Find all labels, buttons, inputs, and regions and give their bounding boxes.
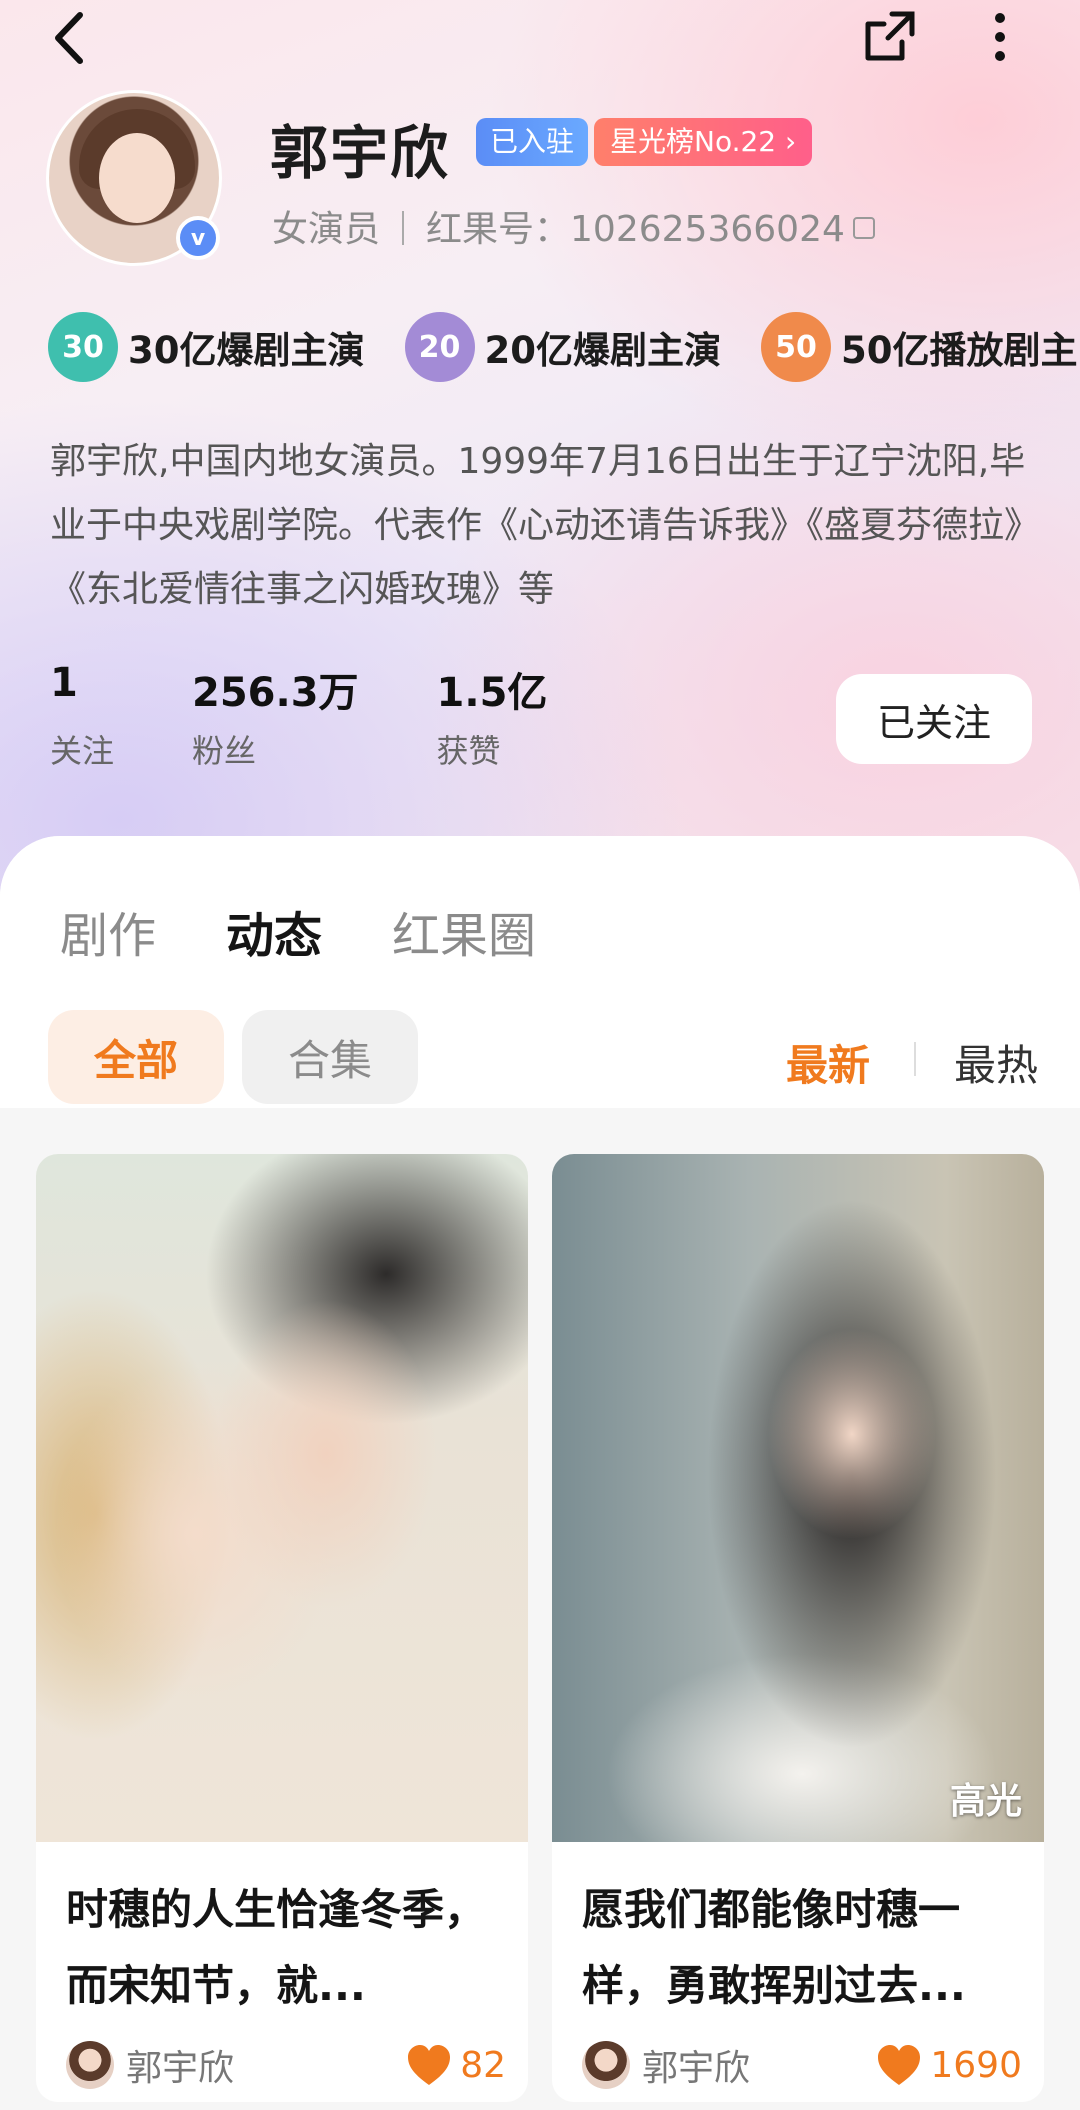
stat-fans[interactable]: 256.3万 粉丝 <box>192 660 359 772</box>
sort-newest[interactable]: 最新 <box>786 1032 870 1093</box>
stat-likes: 1.5亿 获赞 <box>437 660 548 772</box>
follow-button[interactable]: 已关注 <box>836 674 1032 764</box>
honor-item[interactable]: 20 20亿爆剧主演 <box>404 312 722 382</box>
divider <box>914 1042 916 1076</box>
like-count[interactable]: 82 <box>406 2043 506 2087</box>
stat-value: 1 <box>50 660 78 706</box>
more-vertical-icon <box>995 13 1005 61</box>
post-thumbnail: 高光 <box>552 1154 1044 1842</box>
tab-bar: 剧作 动态 红果圈 <box>60 896 606 966</box>
post-title: 时穗的人生恰逢冬季，而宋知节，就... <box>66 1885 487 2010</box>
star-rank-label: 星光榜No.22 <box>610 125 777 158</box>
heart-icon <box>878 2045 921 2085</box>
honor-badge-icon: 30 <box>48 312 118 382</box>
stat-label: 获赞 <box>436 732 501 770</box>
bio-text[interactable]: 郭宇欣,中国内地女演员。1999年7月16日出生于辽宁沈阳,毕业于中央戏剧学院。… <box>50 430 1040 622</box>
stat-value: 1.5亿 <box>436 670 548 716</box>
profile-page: v 郭宇欣 已入驻 星光榜No.22 › 女演员 红果号：102625366024… <box>0 0 1080 2110</box>
like-count-value: 1690 <box>930 2044 1022 2086</box>
back-button[interactable] <box>40 8 100 68</box>
post-meta: 郭宇欣 82 <box>66 2040 506 2090</box>
share-icon <box>865 11 915 61</box>
tab-circle[interactable]: 红果圈 <box>392 896 536 966</box>
id-value: 102625366024 <box>570 209 845 250</box>
stat-label: 关注 <box>50 732 115 770</box>
like-count[interactable]: 1690 <box>876 2043 1022 2087</box>
tab-posts[interactable]: 动态 <box>226 896 322 966</box>
filter-collection-chip[interactable]: 合集 <box>242 1010 418 1104</box>
stat-value: 256.3万 <box>192 670 359 716</box>
author-avatar <box>66 2041 114 2089</box>
share-button[interactable] <box>858 6 920 68</box>
chevron-left-icon <box>55 12 83 64</box>
profile-role: 女演员 <box>272 209 381 250</box>
honor-badge-icon: 20 <box>404 312 475 382</box>
post-card[interactable]: 时穗的人生恰逢冬季，而宋知节，就... 郭宇欣 82 <box>36 1154 528 2102</box>
panel-header: 剧作 动态 红果圈 全部 合集 最新 最热 <box>0 836 1080 1108</box>
author-name: 郭宇欣 <box>642 2048 751 2089</box>
heart-icon <box>408 2045 451 2085</box>
divider <box>402 211 405 245</box>
settled-badge: 已入驻 <box>476 118 589 166</box>
more-options-button[interactable] <box>972 6 1028 68</box>
tab-works[interactable]: 剧作 <box>60 896 156 966</box>
copy-icon[interactable] <box>852 217 875 239</box>
honor-label: 30亿爆剧主演 <box>128 329 365 372</box>
author-avatar <box>582 2041 630 2089</box>
stat-label: 粉丝 <box>192 732 257 770</box>
honor-badge-icon: 50 <box>761 312 831 382</box>
post-meta: 郭宇欣 1690 <box>582 2040 1022 2090</box>
post-title: 愿我们都能像时穗一样，勇敢挥别过去... <box>582 1885 966 2010</box>
honors-row: 30 30亿爆剧主演 20 20亿爆剧主演 50 50亿播放剧主 <box>48 312 1080 382</box>
stat-following[interactable]: 1 关注 <box>50 660 114 772</box>
chevron-right-icon: › <box>785 125 797 158</box>
honor-item[interactable]: 50 50亿播放剧主 <box>761 312 1078 382</box>
profile-name: 郭宇欣 <box>270 119 451 187</box>
author-name: 郭宇欣 <box>126 2048 235 2089</box>
verified-icon: v <box>176 216 220 260</box>
post-card[interactable]: 高光 愿我们都能像时穗一样，勇敢挥别过去... 郭宇欣 1690 <box>552 1154 1044 2102</box>
honor-label: 50亿播放剧主 <box>841 329 1078 372</box>
star-rank-badge[interactable]: 星光榜No.22 › <box>594 118 813 166</box>
id-label: 红果号： <box>426 209 571 250</box>
like-count-value: 82 <box>460 2044 506 2086</box>
honor-label: 20亿爆剧主演 <box>484 329 722 372</box>
honor-item[interactable]: 30 30亿爆剧主演 <box>48 312 365 382</box>
sort-hottest[interactable]: 最热 <box>954 1032 1038 1093</box>
highlight-badge: 高光 <box>949 1781 1022 1822</box>
filter-all-chip[interactable]: 全部 <box>48 1010 224 1104</box>
profile-subline: 女演员 红果号：102625366024 <box>272 200 875 252</box>
stats-row: 1 关注 256.3万 粉丝 1.5亿 获赞 <box>50 660 625 772</box>
post-thumbnail <box>36 1154 528 1842</box>
